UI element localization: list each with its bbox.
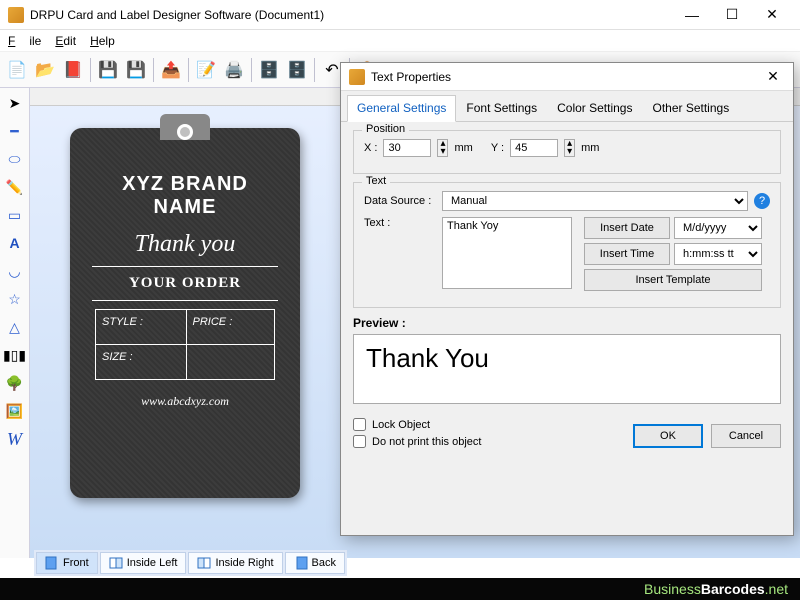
pencil-tool-icon[interactable]: ✏️ bbox=[4, 176, 26, 198]
text-properties-dialog: Text Properties ✕ General Settings Font … bbox=[340, 62, 794, 536]
rect-tool-icon[interactable]: ▭ bbox=[4, 204, 26, 226]
card-preview[interactable]: XYZ BRANDNAME Thank you YOUR ORDER STYLE… bbox=[70, 128, 300, 498]
tab-inside-left[interactable]: Inside Left bbox=[100, 552, 187, 574]
time-format-select[interactable]: h:mm:ss tt bbox=[674, 243, 762, 265]
insert-template-button[interactable]: Insert Template bbox=[584, 269, 762, 291]
card-spec-table: STYLE :PRICE : SIZE : bbox=[95, 309, 275, 380]
menu-file[interactable]: File bbox=[8, 34, 41, 48]
page-tabs: Front Inside Left Inside Right Back bbox=[34, 550, 347, 576]
date-format-select[interactable]: M/d/yyyy bbox=[674, 217, 762, 239]
symbol-tool-icon[interactable]: 🖼️ bbox=[4, 400, 26, 422]
footer: BusinessBarcodes.net bbox=[0, 578, 800, 600]
tab-front[interactable]: Front bbox=[36, 552, 98, 574]
menu-edit[interactable]: Edit bbox=[55, 34, 76, 48]
open-icon[interactable]: 📂 bbox=[32, 57, 58, 83]
y-input[interactable] bbox=[510, 139, 558, 157]
menu-help[interactable]: Help bbox=[90, 34, 115, 48]
pointer-tool-icon[interactable]: ➤ bbox=[4, 92, 26, 114]
preview-box: Thank You bbox=[353, 334, 781, 404]
lock-object-checkbox[interactable] bbox=[353, 418, 366, 431]
datasource-select[interactable]: Manual bbox=[442, 191, 748, 211]
tool-palette: ➤ ━ ⬭ ✏️ ▭ A ◡ ☆ △ ▮▯▮ 🌳 🖼️ W bbox=[0, 88, 30, 558]
maximize-button[interactable]: ☐ bbox=[712, 2, 752, 28]
ellipse-tool-icon[interactable]: ⬭ bbox=[4, 148, 26, 170]
text-tool-icon[interactable]: A bbox=[4, 232, 26, 254]
print-icon[interactable]: 🖨️ bbox=[221, 57, 247, 83]
save-icon[interactable]: 💾 bbox=[95, 57, 121, 83]
edit-icon[interactable]: 📝 bbox=[193, 57, 219, 83]
x-label: X : bbox=[364, 142, 377, 154]
image-tool-icon[interactable]: 🌳 bbox=[4, 372, 26, 394]
save-as-icon[interactable]: 💾 bbox=[123, 57, 149, 83]
card-url: www.abcdxyz.com bbox=[80, 394, 290, 409]
dialog-title: Text Properties bbox=[371, 70, 761, 84]
datasource-label: Data Source : bbox=[364, 195, 436, 207]
page-icon bbox=[45, 556, 59, 570]
x-spinner[interactable]: ▴▾ bbox=[437, 139, 448, 157]
tab-other-settings[interactable]: Other Settings bbox=[642, 95, 739, 121]
minimize-button[interactable]: — bbox=[672, 2, 712, 28]
tab-color-settings[interactable]: Color Settings bbox=[547, 95, 642, 121]
dialog-icon bbox=[349, 69, 365, 85]
card-brand: XYZ BRANDNAME bbox=[80, 173, 290, 219]
book-icon bbox=[109, 556, 123, 570]
tab-back[interactable]: Back bbox=[285, 552, 345, 574]
export-icon[interactable]: 📤 bbox=[158, 57, 184, 83]
database-icon[interactable]: 🗄️ bbox=[256, 57, 282, 83]
close-file-icon[interactable]: 📕 bbox=[60, 57, 86, 83]
wordart-tool-icon[interactable]: W bbox=[4, 428, 26, 450]
card-thank-you: Thank you bbox=[80, 231, 290, 258]
card-hole bbox=[177, 124, 193, 140]
y-label: Y : bbox=[491, 142, 504, 154]
barcode-tool-icon[interactable]: ▮▯▮ bbox=[4, 344, 26, 366]
cancel-button[interactable]: Cancel bbox=[711, 424, 781, 448]
ok-button[interactable]: OK bbox=[633, 424, 703, 448]
position-fieldset: Position X : ▴▾ mm Y : ▴▾ mm bbox=[353, 130, 781, 174]
triangle-tool-icon[interactable]: △ bbox=[4, 316, 26, 338]
app-icon bbox=[8, 7, 24, 23]
x-input[interactable] bbox=[383, 139, 431, 157]
star-tool-icon[interactable]: ☆ bbox=[4, 288, 26, 310]
line-tool-icon[interactable]: ━ bbox=[4, 120, 26, 142]
page-icon bbox=[294, 556, 308, 570]
text-fieldset: Text Data Source : Manual ? Text : Thank… bbox=[353, 182, 781, 308]
text-input[interactable]: Thank Yoy bbox=[442, 217, 572, 289]
card-order: YOUR ORDER bbox=[80, 275, 290, 292]
preview-label: Preview : bbox=[353, 316, 781, 330]
titlebar: DRPU Card and Label Designer Software (D… bbox=[0, 0, 800, 30]
window-title: DRPU Card and Label Designer Software (D… bbox=[30, 8, 672, 22]
y-spinner[interactable]: ▴▾ bbox=[564, 139, 575, 157]
close-button[interactable]: ✕ bbox=[752, 2, 792, 28]
database2-icon[interactable]: 🗄️ bbox=[284, 57, 310, 83]
dialog-tabs: General Settings Font Settings Color Set… bbox=[341, 91, 793, 122]
book-icon bbox=[197, 556, 211, 570]
dialog-titlebar: Text Properties ✕ bbox=[341, 63, 793, 91]
insert-date-button[interactable]: Insert Date bbox=[584, 217, 670, 239]
text-label: Text : bbox=[364, 217, 436, 229]
dialog-close-button[interactable]: ✕ bbox=[761, 68, 785, 85]
arc-tool-icon[interactable]: ◡ bbox=[4, 260, 26, 282]
tab-inside-right[interactable]: Inside Right bbox=[188, 552, 282, 574]
insert-time-button[interactable]: Insert Time bbox=[584, 243, 670, 265]
menubar: File Edit Help bbox=[0, 30, 800, 52]
help-icon[interactable]: ? bbox=[754, 193, 770, 209]
new-icon[interactable]: 📄 bbox=[4, 57, 30, 83]
footer-brand: BusinessBarcodes.net bbox=[644, 581, 788, 597]
tab-general-settings[interactable]: General Settings bbox=[347, 95, 456, 122]
no-print-checkbox[interactable] bbox=[353, 435, 366, 448]
tab-font-settings[interactable]: Font Settings bbox=[456, 95, 547, 121]
